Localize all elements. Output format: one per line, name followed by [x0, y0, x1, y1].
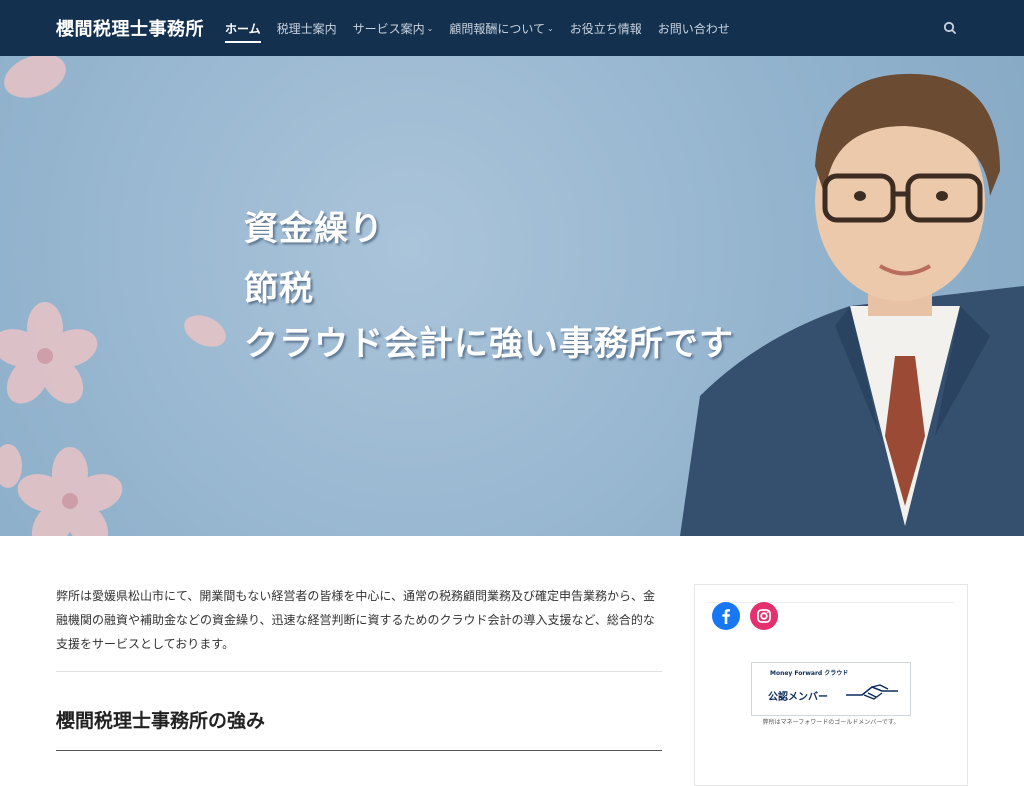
section-title: 櫻間税理士事務所の強み — [56, 710, 266, 732]
intro-paragraph: 弊所は愛媛県松山市にて、開業間もない経営者の皆様を中心に、通常の税務顧問業務及び… — [56, 589, 656, 651]
divider — [56, 671, 662, 672]
nav-item-label: 税理士案内 — [276, 21, 337, 36]
man-illustration — [680, 73, 1024, 536]
money-forward-banner[interactable]: Money Forward クラウド 公認メンバー — [751, 662, 911, 716]
nav-item-label: 顧問報酬について — [449, 21, 546, 36]
instagram-icon — [757, 609, 771, 623]
nav-item-tax-accountant[interactable]: 税理士案内 — [277, 0, 337, 56]
hero-banner: 資金繰り 節税 クラウド会計に強い事務所です — [0, 56, 1024, 536]
handshake-icon — [846, 684, 898, 700]
money-forward-logo: Money Forward クラウド — [770, 670, 849, 677]
hero-illustration — [0, 56, 1024, 536]
cherry-blossom-decoration — [0, 56, 226, 536]
nav-item-home[interactable]: ホーム — [225, 0, 261, 56]
search-icon — [943, 21, 956, 34]
sidebar: Money Forward クラウド 公認メンバー 弊所はマネーフォワードのゴー… — [694, 584, 968, 786]
hero-headline-1: 資金繰り — [244, 209, 384, 249]
search-button[interactable] — [940, 18, 960, 38]
site-title[interactable]: 櫻間税理士事務所 — [56, 15, 204, 41]
nav-item-label: サービス案内 — [352, 21, 425, 36]
certified-member-badge: 公認メンバー — [768, 692, 828, 703]
nav-item-label: お役立ち情報 — [569, 21, 642, 36]
chevron-down-icon: ⌄ — [547, 23, 554, 33]
hero-headline-3: クラウド会計に強い事務所です — [244, 324, 734, 364]
nav-item-fees[interactable]: 顧問報酬について ⌄ — [449, 0, 553, 56]
instagram-link[interactable] — [750, 602, 778, 630]
main-nav: ホーム 税理士案内 サービス案内 ⌄ 顧問報酬について ⌄ お役立ち情報 お問い合わ… — [225, 0, 746, 56]
nav-item-contact[interactable]: お問い合わせ — [658, 0, 730, 56]
facebook-icon — [722, 609, 730, 624]
banner-caption: 弊所はマネーフォワードのゴールドメンバーです。 — [762, 719, 900, 726]
nav-item-label: お問い合わせ — [657, 21, 730, 36]
site-header: 櫻間税理士事務所 ホーム 税理士案内 サービス案内 ⌄ 顧問報酬について ⌄ お役立… — [0, 0, 1024, 56]
chevron-down-icon: ⌄ — [426, 23, 434, 33]
hero-headline-2: 節税 — [244, 269, 314, 309]
nav-item-services[interactable]: サービス案内 ⌄ — [353, 0, 434, 56]
nav-item-label: ホーム — [225, 21, 261, 36]
nav-item-useful-info[interactable]: お役立ち情報 — [570, 0, 642, 56]
facebook-link[interactable] — [712, 602, 740, 630]
sidebar-divider — [707, 602, 955, 603]
section-underline — [56, 750, 662, 751]
